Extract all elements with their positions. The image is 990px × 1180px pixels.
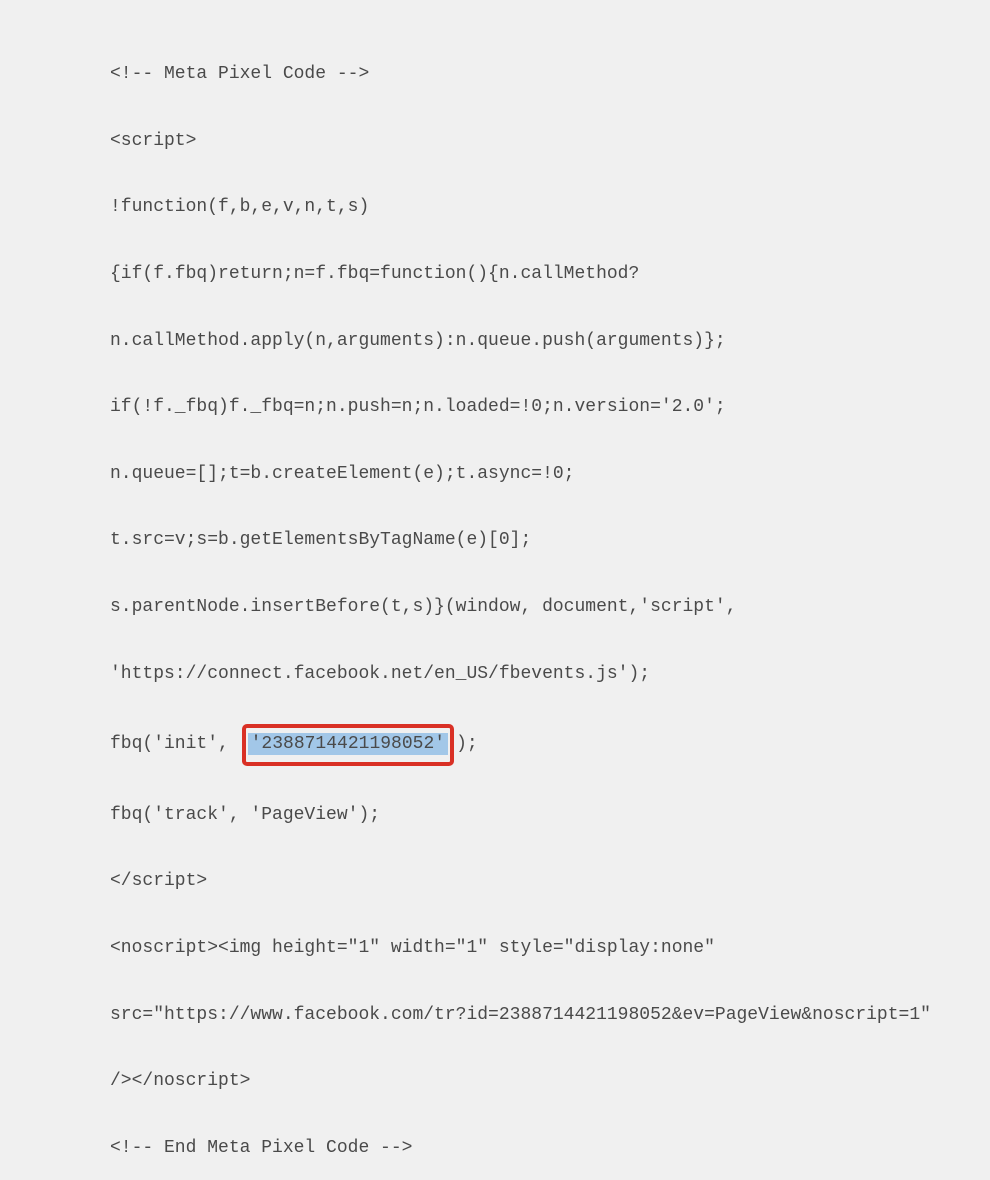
code-line: n.queue=[];t=b.createElement(e);t.async=… (110, 458, 990, 491)
code-line: !function(f,b,e,v,n,t,s) (110, 191, 990, 224)
code-line: /></noscript> (110, 1065, 990, 1098)
pixel-id-highlight[interactable]: '2388714421198052' (248, 733, 448, 755)
code-line: src="https://www.facebook.com/tr?id=2388… (110, 999, 990, 1032)
code-line-with-highlight: fbq('init', '2388714421198052'); (110, 724, 990, 765)
code-fragment: fbq('init', (110, 734, 240, 754)
code-line: fbq('track', 'PageView'); (110, 799, 990, 832)
code-line: <!-- End Meta Pixel Code --> (110, 1132, 990, 1165)
code-line: if(!f._fbq)f._fbq=n;n.push=n;n.loaded=!0… (110, 391, 990, 424)
pixel-id-highlight-box: '2388714421198052' (242, 724, 454, 765)
code-line: {if(f.fbq)return;n=f.fbq=function(){n.ca… (110, 258, 990, 291)
code-fragment: ); (456, 734, 478, 754)
code-line: n.callMethod.apply(n,arguments):n.queue.… (110, 325, 990, 358)
code-line: t.src=v;s=b.getElementsByTagName(e)[0]; (110, 524, 990, 557)
code-line: </script> (110, 865, 990, 898)
code-line: <!-- Meta Pixel Code --> (110, 58, 990, 91)
code-line: s.parentNode.insertBefore(t,s)}(window, … (110, 591, 990, 624)
code-line: <noscript><img height="1" width="1" styl… (110, 932, 990, 965)
code-block: <!-- Meta Pixel Code --> <script> !funct… (110, 25, 990, 1180)
code-line: <script> (110, 125, 990, 158)
code-line: 'https://connect.facebook.net/en_US/fbev… (110, 658, 990, 691)
